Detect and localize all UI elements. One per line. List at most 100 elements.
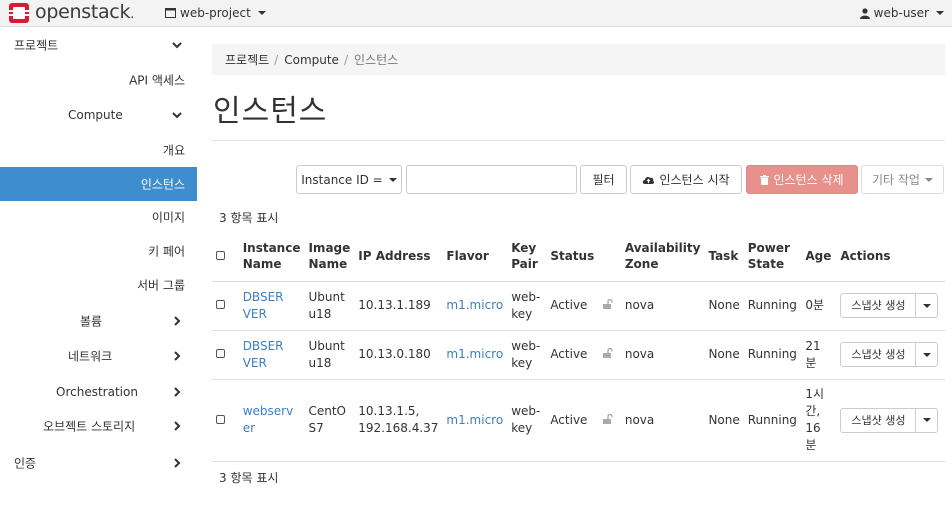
openstack-logo[interactable]: openstack. xyxy=(8,1,134,24)
lock-cell xyxy=(598,329,621,379)
breadcrumb-item-current: 인스턴스 xyxy=(354,53,399,67)
sidebar-item-project[interactable]: 프로젝트 xyxy=(0,28,197,62)
create-snapshot-button[interactable]: 스냅샷 생성 xyxy=(840,407,917,433)
cell-text: 0분 xyxy=(805,298,825,312)
sidebar-item-identity[interactable]: 인증 xyxy=(0,446,197,480)
breadcrumb-separator: / xyxy=(343,52,348,67)
filter-button[interactable]: 필터 xyxy=(580,165,627,194)
row-checkbox[interactable] xyxy=(216,300,225,309)
cell-text: 10.13.1.189 xyxy=(358,298,431,312)
create-snapshot-button[interactable]: 스냅샷 생성 xyxy=(840,342,917,367)
user-label: web-user xyxy=(873,6,929,20)
column-header-key-pair[interactable]: Key Pair xyxy=(507,232,546,281)
filter-input[interactable] xyxy=(406,165,577,194)
chevron-down-icon xyxy=(922,303,931,308)
create-snapshot-button[interactable]: 스냅샷 생성 xyxy=(840,293,917,318)
filter-field-select[interactable]: Instance ID = xyxy=(296,165,402,194)
cell-text: DBSER xyxy=(242,289,284,304)
column-header-instance-name[interactable]: Instance Name xyxy=(239,232,305,281)
cell-text: Ubunt xyxy=(308,338,345,353)
cell-text: VER xyxy=(242,355,267,370)
sidebar-item-label: 볼륨 xyxy=(80,314,103,329)
column-header-flavor[interactable]: Flavor xyxy=(442,232,507,281)
column-header-status[interactable]: Status xyxy=(546,232,598,281)
column-header-actions: Actions xyxy=(840,249,891,264)
age-cell: 0분 xyxy=(801,280,837,330)
sidebar-item-overview[interactable]: 개요 xyxy=(0,133,197,167)
instance-name-link[interactable]: DBSER VER xyxy=(243,339,284,370)
sidebar-item-label: 오브젝트 스토리지 xyxy=(43,419,136,434)
cell-text: webserv xyxy=(242,404,294,418)
chevron-right-icon xyxy=(174,316,181,326)
actions-cell: 스냅샷 생성 xyxy=(836,280,945,330)
cell-text: 10.13.0.180 xyxy=(358,347,431,361)
cell-text: 분 xyxy=(805,355,817,370)
filter-field-label: Instance ID = xyxy=(301,172,383,187)
sidebar-item-server-groups[interactable]: 서버 그룹 xyxy=(0,268,197,302)
user-menu[interactable]: web-user xyxy=(859,0,944,26)
column-header-task[interactable]: Task xyxy=(704,232,743,281)
column-header-image-name[interactable]: Image Name xyxy=(304,232,354,281)
breadcrumb-separator: / xyxy=(274,52,279,67)
power-state-cell: Running xyxy=(743,280,802,330)
sidebar-item-compute[interactable]: Compute xyxy=(0,98,197,132)
chevron-down-icon xyxy=(172,42,182,49)
flavor-link[interactable]: m1.micro xyxy=(446,347,503,361)
sidebar-item-orchestration[interactable]: Orchestration xyxy=(0,375,197,409)
sidebar-item-instances[interactable]: 인스턴스 xyxy=(0,167,197,201)
lock-cell xyxy=(598,280,621,330)
row-actions-dropdown-toggle[interactable] xyxy=(916,407,939,433)
row-checkbox[interactable] xyxy=(216,414,225,424)
sidebar-item-volumes[interactable]: 볼륨 xyxy=(0,304,197,338)
row-actions-dropdown-toggle[interactable] xyxy=(916,342,939,367)
instance-name-link[interactable]: DBSER VER xyxy=(243,290,284,321)
instance-name-link[interactable]: webserv er xyxy=(243,404,293,435)
column-header-ip-address[interactable]: IP Address xyxy=(354,232,442,281)
sidebar-item-label: Compute xyxy=(68,108,123,122)
cell-text: key xyxy=(511,306,533,321)
column-header-age[interactable]: Age xyxy=(801,232,836,281)
sidebar-item-label: 인증 xyxy=(14,456,37,471)
divider xyxy=(212,140,945,141)
age-cell: 21 분 xyxy=(801,329,837,379)
breadcrumb-item-compute[interactable]: Compute xyxy=(284,53,339,67)
column-header-power-state[interactable]: Power State xyxy=(744,232,802,281)
breadcrumb-item-project[interactable]: 프로젝트 xyxy=(225,51,269,68)
sidebar-item-network[interactable]: 네트워크 xyxy=(0,339,197,373)
status-cell: Active xyxy=(546,280,599,330)
table-row: webserv er CentO S7 10.13.1.5, 192.168.4.37… xyxy=(212,378,945,462)
key-pair-cell: web-key xyxy=(507,280,547,330)
chevron-down-icon xyxy=(257,11,266,15)
key-pair-cell: web-key xyxy=(507,329,547,379)
flavor-link[interactable]: m1.micro xyxy=(446,413,503,427)
ip-address-cell: 10.13.1.189 xyxy=(354,280,443,330)
sidebar-item-images[interactable]: 이미지 xyxy=(0,200,197,234)
row-actions-split-button: 스냅샷 생성 xyxy=(840,407,939,433)
flavor-link[interactable]: m1.micro xyxy=(446,298,503,312)
project-switcher[interactable]: web-project xyxy=(165,0,266,26)
header-text: Pair xyxy=(511,257,538,272)
instance-name-cell: DBSER VER xyxy=(238,280,305,330)
column-header-availability-zone[interactable]: Availability Zone xyxy=(621,232,705,281)
row-actions-split-button: 스냅샷 생성 xyxy=(840,293,939,318)
more-actions-button[interactable]: 기타 작업 xyxy=(861,165,944,194)
row-checkbox[interactable] xyxy=(216,349,225,358)
table-row: DBSER VER Ubunt u18 10.13.0.180 m1.micro w… xyxy=(212,329,945,379)
delete-instances-button[interactable]: 인스턴스 삭제 xyxy=(746,165,858,194)
sidebar-item-key-pairs[interactable]: 키 페어 xyxy=(0,234,197,268)
select-all-checkbox[interactable] xyxy=(216,251,225,261)
header-text: Power xyxy=(747,241,790,256)
launch-instance-button[interactable]: 인스턴스 시작 xyxy=(630,165,742,194)
sidebar-item-label: API 액세스 xyxy=(129,73,185,88)
sidebar-item-object-storage[interactable]: 오브젝트 스토리지 xyxy=(0,409,197,443)
page-title: 인스턴스 xyxy=(213,94,328,129)
row-actions-dropdown-toggle[interactable] xyxy=(916,293,939,318)
task-cell: None xyxy=(704,329,744,379)
sidebar-item-api-access[interactable]: API 액세스 xyxy=(0,63,197,97)
table-row: DBSER VER Ubunt u18 10.13.1.189 m1.micro w… xyxy=(212,280,945,330)
launch-instance-label: 인스턴스 시작 xyxy=(659,173,730,187)
cell-text: web- xyxy=(511,289,541,304)
sidebar-item-label: 프로젝트 xyxy=(14,38,59,53)
unlock-icon xyxy=(602,413,613,424)
column-header-lock xyxy=(599,232,621,281)
